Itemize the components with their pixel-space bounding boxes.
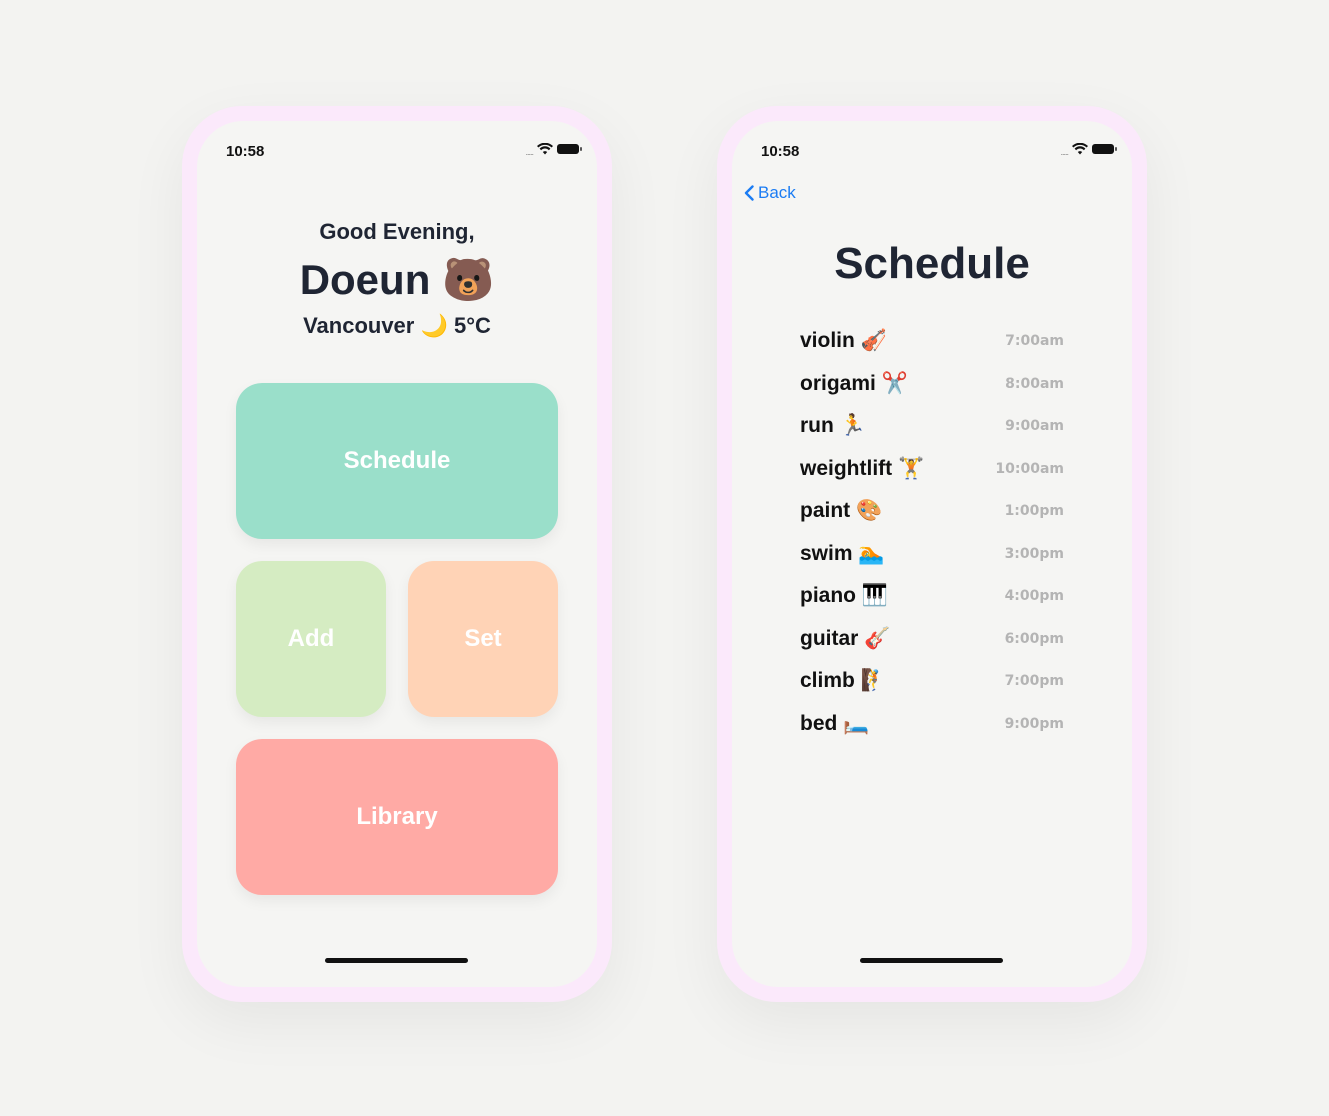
activity-name: run 🏃 <box>800 414 866 438</box>
activity-time: 6:00pm <box>1004 630 1064 647</box>
activity-time: 9:00pm <box>1004 715 1064 732</box>
weather-text: Vancouver 🌙 5°C <box>303 313 491 338</box>
activity-name: swim 🏊 <box>800 541 885 565</box>
list-item[interactable]: climb 🧗 7:00pm <box>800 660 1064 703</box>
home-indicator[interactable] <box>860 958 1003 963</box>
add-tile-button[interactable]: Add <box>236 561 386 717</box>
library-tile-button[interactable]: Library <box>236 739 558 895</box>
activity-name: bed 🛏️ <box>800 711 870 735</box>
status-time: 10:58 <box>761 143 800 160</box>
list-item[interactable]: guitar 🎸 6:00pm <box>800 618 1064 661</box>
activity-time: 7:00pm <box>1004 673 1064 690</box>
activity-time: 9:00am <box>1005 418 1064 435</box>
activity-name: violin 🎻 <box>800 329 887 353</box>
activity-name: origami ✂️ <box>800 371 908 395</box>
activity-name: piano 🎹 <box>800 584 888 608</box>
status-time: 10:58 <box>226 143 265 160</box>
activity-name: guitar 🎸 <box>800 626 891 650</box>
phone-schedule: 10:58 ..... Back Schedule violin 🎻 7:00a… <box>717 106 1147 1002</box>
chevron-left-icon <box>744 185 754 201</box>
list-item[interactable]: bed 🛏️ 9:00pm <box>800 703 1064 746</box>
signal-icon: ..... <box>1060 147 1068 157</box>
home-screen: 10:58 ..... Good Evening, Doeun 🐻 Vancou… <box>197 121 597 987</box>
list-item[interactable]: violin 🎻 7:00am <box>800 320 1064 363</box>
page-title: Schedule <box>834 239 1030 288</box>
activity-name: weightlift 🏋️ <box>800 456 925 480</box>
activity-time: 10:00am <box>995 460 1064 477</box>
wifi-icon <box>1072 143 1088 155</box>
back-label: Back <box>758 183 796 202</box>
list-item[interactable]: run 🏃 9:00am <box>800 405 1064 448</box>
activity-time: 8:00am <box>1005 375 1064 392</box>
schedule-tile-button[interactable]: Schedule <box>236 383 558 539</box>
schedule-tile-label: Schedule <box>343 447 451 474</box>
list-item[interactable]: paint 🎨 1:00pm <box>800 490 1064 533</box>
wifi-icon <box>537 143 553 155</box>
home-indicator[interactable] <box>325 958 468 963</box>
activity-time: 7:00am <box>1005 333 1064 350</box>
list-item[interactable]: weightlift 🏋️ 10:00am <box>800 448 1064 491</box>
activity-time: 4:00pm <box>1004 588 1064 605</box>
status-icons: ..... <box>1060 141 1117 157</box>
list-item[interactable]: piano 🎹 4:00pm <box>800 575 1064 618</box>
activity-time: 1:00pm <box>1004 503 1064 520</box>
activity-time: 3:00pm <box>1004 545 1064 562</box>
greeting-text: Good Evening, <box>319 219 475 244</box>
activity-name: climb 🧗 <box>800 669 887 693</box>
back-button[interactable]: Back <box>744 183 796 203</box>
user-name: Doeun 🐻 <box>299 256 495 303</box>
set-tile-button[interactable]: Set <box>408 561 558 717</box>
phone-home: 10:58 ..... Good Evening, Doeun 🐻 Vancou… <box>182 106 612 1002</box>
schedule-list: violin 🎻 7:00am origami ✂️ 8:00am run 🏃 … <box>800 320 1064 745</box>
list-item[interactable]: swim 🏊 3:00pm <box>800 533 1064 576</box>
canvas: 10:58 ..... Good Evening, Doeun 🐻 Vancou… <box>0 0 1329 1116</box>
status-icons: ..... <box>525 141 582 157</box>
battery-icon <box>1092 144 1117 154</box>
battery-icon <box>557 144 582 154</box>
signal-icon: ..... <box>525 147 533 157</box>
activity-name: paint 🎨 <box>800 499 883 523</box>
library-tile-label: Library <box>356 803 438 830</box>
schedule-screen: 10:58 ..... Back Schedule violin 🎻 7:00a… <box>732 121 1132 987</box>
list-item[interactable]: origami ✂️ 8:00am <box>800 363 1064 406</box>
add-tile-label: Add <box>287 625 335 652</box>
set-tile-label: Set <box>464 625 502 652</box>
